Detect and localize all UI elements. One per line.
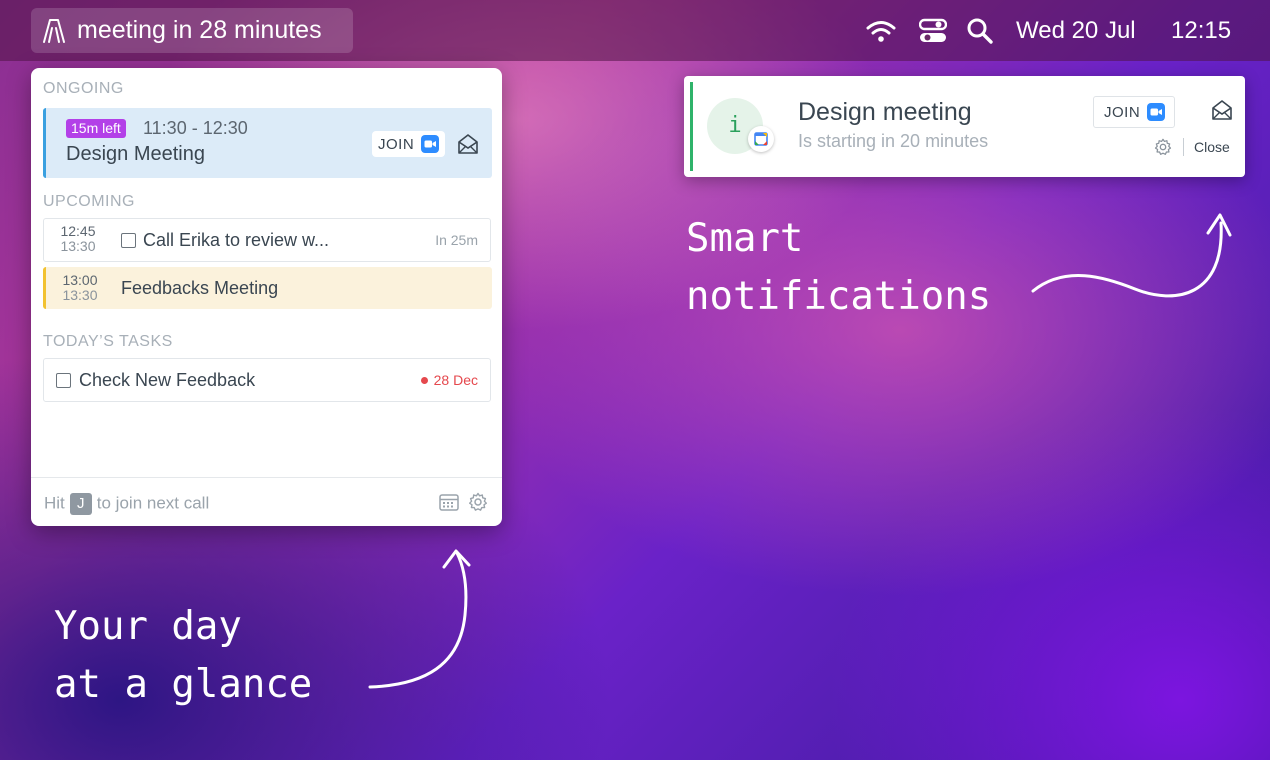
app-logo-icon	[43, 18, 65, 43]
day-at-a-glance-caption: Your day at a glance	[54, 598, 312, 714]
gear-icon[interactable]	[1154, 138, 1172, 156]
menu-bar: meeting in 28 minutes Wed 20 Jul 12:15	[0, 0, 1270, 61]
shortcut-hint: Hit Jto join next call	[44, 493, 209, 515]
menubar-app-title: meeting in 28 minutes	[77, 16, 322, 44]
notification-divider	[1183, 138, 1184, 156]
notification-close-button[interactable]: Close	[1194, 139, 1230, 155]
shortcut-hint-suffix: to join next call	[96, 493, 210, 513]
event-start-time: 12:45	[60, 223, 96, 239]
event-end-time: 13:30	[62, 287, 98, 303]
agenda-popover: ONGOING 15m left 11:30 - 12:30 Design Me…	[31, 68, 502, 526]
notification-title: Design meeting	[798, 98, 972, 126]
upcoming-event-title: Call Erika to review w...	[143, 230, 330, 250]
caption-line: Smart	[686, 216, 804, 261]
event-time-range: 12:45 13:30	[58, 224, 98, 254]
ongoing-section-label: ONGOING	[43, 80, 124, 97]
event-end-time: 13:30	[60, 238, 96, 254]
wifi-icon[interactable]	[866, 19, 896, 43]
task-row[interactable]: Check New Feedback 28 Dec	[43, 358, 491, 402]
control-center-icon[interactable]	[919, 18, 947, 44]
join-label: JOIN	[1104, 103, 1141, 121]
task-checkbox[interactable]	[56, 373, 71, 388]
upcoming-event-eta: In 25m	[435, 232, 478, 248]
ongoing-event-time: 11:30 - 12:30	[143, 118, 248, 138]
smart-notifications-caption: Smart notifications	[686, 210, 991, 326]
curved-arrow-icon	[1031, 213, 1232, 298]
task-due-label: 28 Dec	[433, 372, 478, 388]
notification-subtitle: Is starting in 20 minutes	[798, 131, 989, 151]
caption-line: at a glance	[54, 662, 313, 707]
time-left-badge: 15m left	[66, 119, 126, 138]
notification-accent-bar	[690, 82, 693, 171]
task-due-date: 28 Dec	[420, 372, 478, 388]
gear-icon[interactable]	[468, 492, 488, 512]
due-dot-icon	[420, 376, 428, 384]
shortcut-key: J	[69, 493, 92, 515]
menubar-time[interactable]: 12:15	[1171, 17, 1231, 45]
task-checkbox[interactable]	[121, 233, 136, 248]
join-button[interactable]: JOIN	[372, 131, 446, 157]
menubar-app-item[interactable]: meeting in 28 minutes	[31, 8, 353, 53]
upcoming-section-label: UPCOMING	[43, 193, 135, 210]
email-icon[interactable]	[457, 133, 479, 155]
popover-footer: Hit Jto join next call	[31, 477, 502, 526]
event-start-time: 13:00	[62, 272, 98, 288]
tasks-section-label: TODAY’S TASKS	[43, 333, 173, 350]
ongoing-event-title: Design Meeting	[66, 143, 205, 165]
calendar-icon[interactable]	[439, 493, 459, 511]
zoom-icon	[421, 135, 440, 153]
event-time-range: 13:00 13:30	[60, 273, 100, 303]
curved-arrow-icon	[368, 549, 471, 689]
upcoming-event-row[interactable]: 12:45 13:30 Call Erika to review w... In…	[43, 218, 491, 262]
join-label: JOIN	[378, 135, 415, 153]
email-icon[interactable]	[1211, 99, 1233, 121]
task-title: Check New Feedback	[79, 370, 256, 390]
upcoming-event-title: Feedbacks Meeting	[121, 278, 279, 298]
notification-join-button[interactable]: JOIN	[1093, 96, 1176, 128]
menubar-date[interactable]: Wed 20 Jul	[1016, 17, 1136, 45]
upcoming-event-row[interactable]: 13:00 13:30 Feedbacks Meeting	[43, 267, 492, 309]
notification-card[interactable]: i Design meeting Is starting in 20 minut…	[684, 76, 1245, 177]
zoom-icon	[1147, 103, 1166, 121]
ongoing-event-card[interactable]: 15m left 11:30 - 12:30 Design Meeting JO…	[43, 108, 492, 178]
shortcut-hint-prefix: Hit	[44, 493, 65, 513]
caption-line: notifications	[686, 274, 992, 319]
google-calendar-icon	[748, 126, 774, 152]
caption-line: Your day	[54, 604, 242, 649]
search-icon[interactable]	[966, 17, 994, 45]
